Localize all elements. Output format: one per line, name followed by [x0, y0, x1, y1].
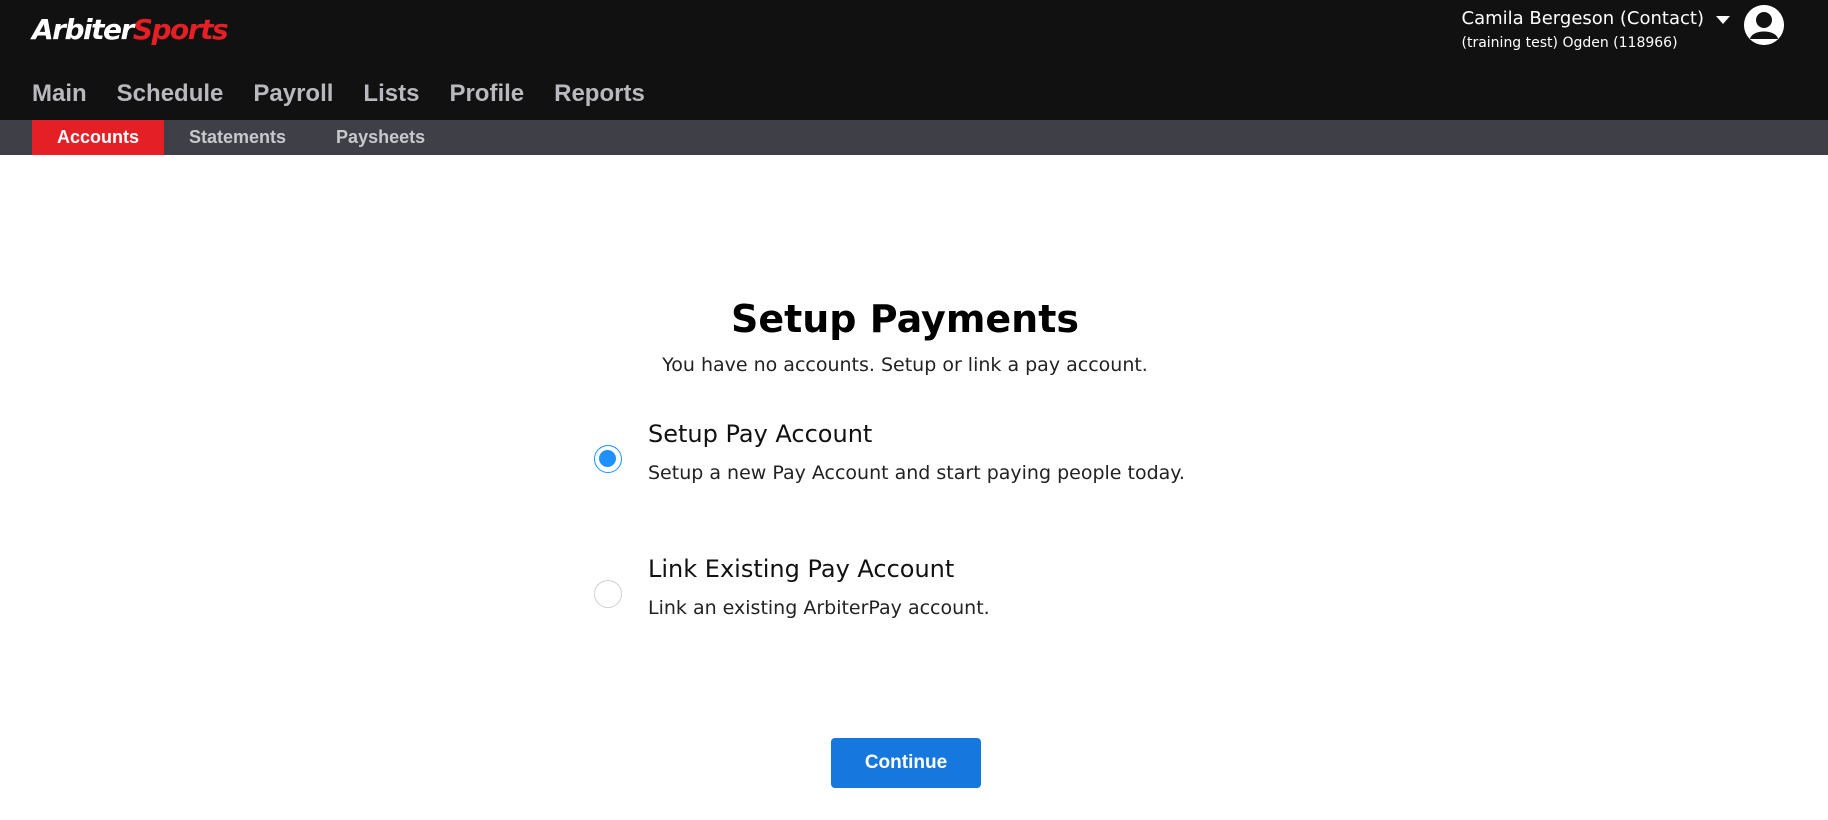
radio-setup-pay-account[interactable] — [594, 445, 622, 473]
main-navigation: Main Schedule Payroll Lists Profile Repo… — [32, 76, 645, 112]
page-subtitle: You have no accounts. Setup or link a pa… — [662, 354, 1148, 376]
tab-paysheets[interactable]: Paysheets — [311, 120, 450, 155]
page-title: Setup Payments — [730, 297, 1080, 341]
top-header: ArbiterSports Camila Bergeson (Contact) … — [0, 0, 1828, 120]
nav-item-payroll[interactable]: Payroll — [253, 76, 333, 112]
sub-navigation-bar: Accounts Statements Paysheets — [0, 120, 1828, 155]
nav-item-schedule[interactable]: Schedule — [117, 76, 224, 112]
user-menu[interactable]: Camila Bergeson (Contact) (training test… — [1461, 6, 1730, 54]
user-organization: (training test) Ogden (118966) — [1461, 35, 1678, 51]
tab-statements[interactable]: Statements — [164, 120, 311, 155]
continue-button[interactable]: Continue — [831, 738, 981, 788]
option-title: Setup Pay Account — [648, 420, 873, 448]
nav-item-main[interactable]: Main — [32, 76, 87, 112]
option-description: Setup a new Pay Account and start paying… — [648, 462, 1185, 484]
user-name: Camila Bergeson (Contact) — [1461, 8, 1705, 29]
caret-down-icon[interactable] — [1716, 16, 1730, 24]
nav-item-lists[interactable]: Lists — [363, 76, 419, 112]
user-name-row[interactable]: Camila Bergeson (Contact) — [1461, 6, 1730, 32]
main-content: Setup Payments You have no accounts. Set… — [0, 155, 1828, 820]
option-title: Link Existing Pay Account — [648, 555, 955, 583]
nav-item-profile[interactable]: Profile — [449, 76, 524, 112]
option-description: Link an existing ArbiterPay account. — [648, 597, 990, 619]
logo-text-arbiter: Arbiter — [32, 13, 134, 46]
nav-item-reports[interactable]: Reports — [554, 76, 645, 112]
tab-accounts[interactable]: Accounts — [32, 120, 165, 155]
logo-text-sports: Sports — [132, 13, 229, 46]
sub-navigation: Accounts Statements Paysheets — [32, 120, 450, 155]
user-avatar-icon[interactable] — [1744, 5, 1784, 45]
radio-link-existing-pay-account[interactable] — [594, 580, 622, 608]
arbitersports-logo[interactable]: ArbiterSports — [32, 10, 229, 50]
